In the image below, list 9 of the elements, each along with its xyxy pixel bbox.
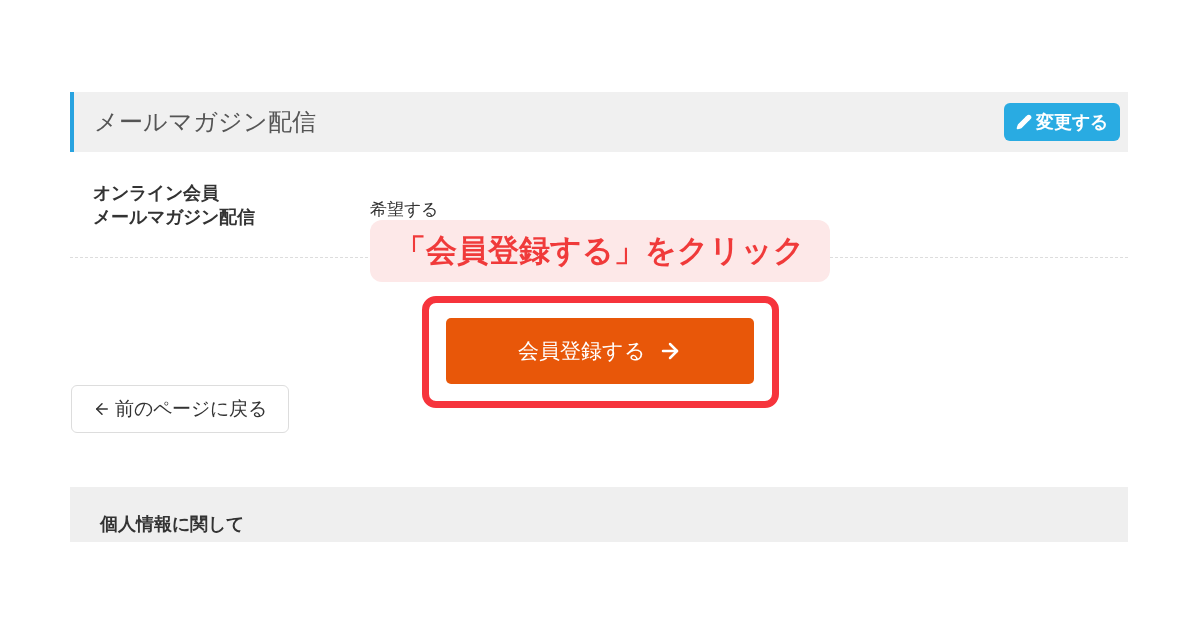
- section-title: メールマガジン配信: [94, 107, 316, 137]
- callout-text: 「会員登録する」をクリック: [395, 231, 805, 270]
- privacy-title: 個人情報に関して: [100, 513, 244, 536]
- edit-button[interactable]: 変更する: [1004, 103, 1120, 141]
- row-label: オンライン会員 メールマガジン配信: [93, 181, 256, 229]
- row-value: 希望する: [370, 198, 438, 221]
- pencil-icon: [1016, 114, 1032, 130]
- register-button[interactable]: 会員登録する: [446, 318, 754, 384]
- back-button[interactable]: 前のページに戻る: [71, 385, 289, 433]
